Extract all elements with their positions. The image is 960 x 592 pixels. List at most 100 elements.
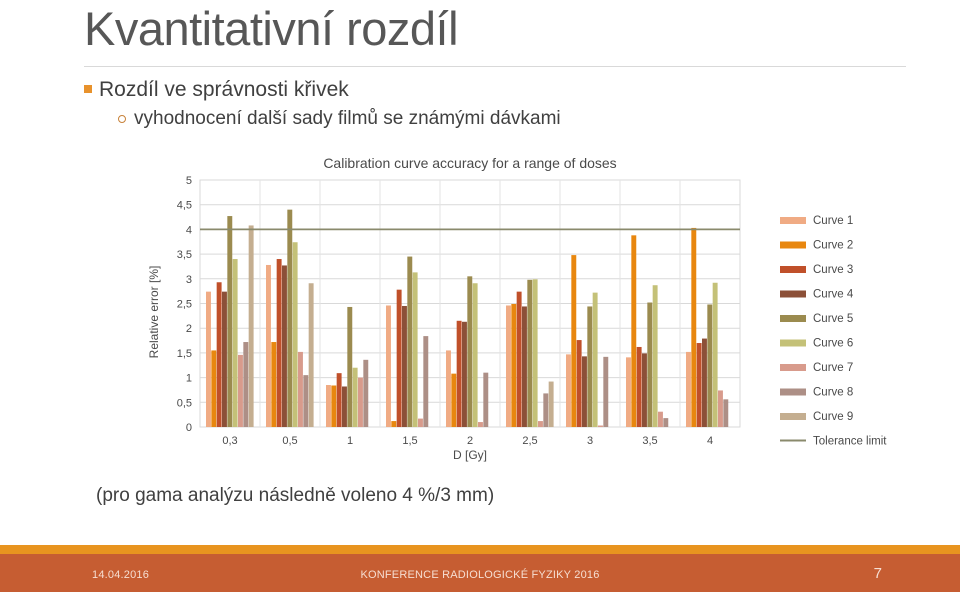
bar xyxy=(592,292,598,427)
bar xyxy=(478,422,483,427)
legend-label: Curve 4 xyxy=(813,289,854,301)
bar xyxy=(271,342,277,427)
bar xyxy=(456,320,462,427)
bar xyxy=(243,342,249,427)
legend-swatch xyxy=(780,388,806,396)
y-tick-label: 3 xyxy=(186,274,192,286)
legend-label: Curve 2 xyxy=(813,240,853,252)
x-axis-ticks: 0,3 0,5 1 1,5 2 2,5 3 3,5 4 xyxy=(222,435,713,447)
bar xyxy=(326,385,331,427)
bar xyxy=(292,242,298,427)
bar xyxy=(363,359,369,427)
y-tick-label: 3,5 xyxy=(177,249,192,261)
bar xyxy=(631,235,637,427)
legend-swatch xyxy=(780,290,806,298)
bar xyxy=(636,346,642,427)
legend-label-tolerance: Tolerance limit xyxy=(813,436,887,448)
x-tick-label: 4 xyxy=(707,435,713,447)
bar xyxy=(483,372,489,427)
bullet-level1-label: Rozdíl ve správnosti křivek xyxy=(99,78,349,101)
y-tick-label: 4,5 xyxy=(177,200,192,212)
bar xyxy=(467,276,473,427)
bar xyxy=(626,357,631,427)
bar xyxy=(418,418,423,427)
bar xyxy=(658,411,663,427)
legend-label: Curve 1 xyxy=(813,215,853,227)
legend-swatch xyxy=(780,413,806,420)
bar xyxy=(352,367,358,427)
y-tick-label: 2,5 xyxy=(177,299,192,311)
bar xyxy=(707,304,713,427)
bar xyxy=(511,303,517,427)
bar xyxy=(718,390,723,427)
bar xyxy=(227,216,233,427)
bar xyxy=(358,377,363,427)
bar xyxy=(342,386,347,427)
bar xyxy=(663,418,669,427)
legend-label: Curve 8 xyxy=(813,387,853,399)
bar xyxy=(446,350,451,427)
legend-label: Curve 5 xyxy=(813,313,853,325)
legend-swatch xyxy=(780,217,806,224)
legend-swatch xyxy=(780,241,806,249)
bar xyxy=(287,209,293,427)
y-tick-label: 2 xyxy=(186,323,192,335)
bar xyxy=(712,282,718,427)
bar xyxy=(276,259,282,427)
footer-page-number: 7 xyxy=(873,565,882,582)
bar xyxy=(347,306,353,427)
bar xyxy=(686,351,691,427)
x-tick-label: 2 xyxy=(467,435,473,447)
bar xyxy=(423,336,429,427)
bar xyxy=(532,279,538,427)
page-title: Kvantitativní rozdíl xyxy=(84,2,459,55)
y-axis-title: Relative error [%] xyxy=(147,266,161,359)
bar-chart: Calibration curve accuracy for a range o… xyxy=(147,155,887,462)
bar xyxy=(462,321,467,427)
x-tick-label: 1 xyxy=(347,435,353,447)
bar xyxy=(696,343,702,427)
bar xyxy=(691,227,697,427)
bullet-level2-label: vyhodnocení další sady filmů se známými … xyxy=(134,108,561,129)
bar xyxy=(298,351,303,427)
legend-swatch xyxy=(780,315,806,322)
bar xyxy=(603,356,609,427)
legend-label: Curve 3 xyxy=(813,264,853,276)
bar xyxy=(232,259,238,427)
legend-swatch xyxy=(780,339,806,347)
y-tick-label: 0,5 xyxy=(177,397,192,409)
svg-text:Relative error [%]: Relative error [%] xyxy=(147,266,161,359)
bullet-item-level2: vyhodnocení další sady filmů se známými … xyxy=(118,108,561,130)
bar xyxy=(582,356,587,427)
bar xyxy=(386,305,391,427)
bar xyxy=(206,291,211,427)
bar xyxy=(412,272,418,427)
bar xyxy=(222,291,227,427)
bar xyxy=(642,353,647,427)
bar xyxy=(331,385,337,427)
chart-title: Calibration curve accuracy for a range o… xyxy=(323,155,616,171)
bar xyxy=(266,264,271,427)
bar xyxy=(566,354,571,427)
y-tick-label: 1,5 xyxy=(177,348,192,360)
y-tick-label: 1 xyxy=(186,373,192,385)
footer-accent-bar xyxy=(0,545,960,554)
bar xyxy=(576,340,582,427)
bar xyxy=(522,306,527,427)
bar xyxy=(336,373,342,427)
legend-label: Curve 6 xyxy=(813,338,853,350)
bar xyxy=(216,282,222,427)
bar xyxy=(451,373,457,427)
bar xyxy=(303,375,309,427)
bar xyxy=(527,279,533,427)
square-bullet-icon xyxy=(84,85,92,93)
legend-swatch xyxy=(780,266,806,273)
bar xyxy=(538,421,543,427)
x-tick-label: 0,5 xyxy=(282,435,297,447)
bar xyxy=(506,305,511,427)
y-tick-label: 5 xyxy=(186,175,192,187)
x-tick-label: 3,5 xyxy=(642,435,657,447)
bar xyxy=(702,338,707,427)
y-tick-label: 0 xyxy=(186,422,192,434)
bar xyxy=(652,285,658,427)
